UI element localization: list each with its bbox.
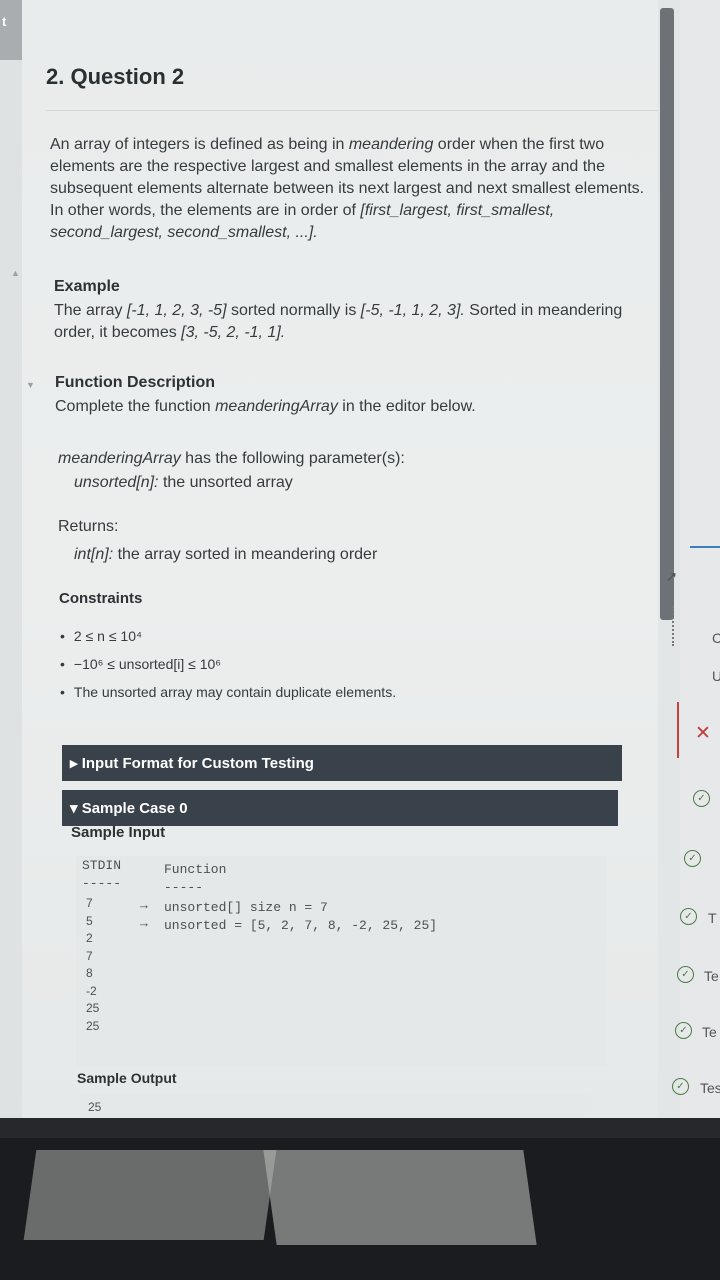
constraints-list: 2 ≤ n ≤ 10⁴ −10⁶ ≤ unsorted[i] ≤ 10⁶ The… [60, 622, 396, 706]
scrollbar-thumb[interactable] [660, 8, 674, 620]
arrow-icon: → [140, 898, 148, 913]
intro-paragraph: An array of integers is defined as being… [50, 136, 645, 241]
stdin-value: 8 [86, 966, 93, 980]
function-line: unsorted[] size n = 7 [164, 900, 328, 915]
reflection [263, 1150, 537, 1245]
stdin-value: 25 [86, 1018, 100, 1033]
function-line: unsorted = [5, 2, 7, 8, -2, 25, 25] [164, 918, 438, 933]
reflection [23, 1150, 277, 1240]
panel-divider [690, 546, 720, 548]
check-icon[interactable]: ✓ [680, 908, 697, 925]
check-icon[interactable]: ✓ [672, 1078, 689, 1095]
stdin-values: 7 5 2 7 8 -2 25 25 [86, 896, 99, 1036]
left-sidebar [0, 0, 22, 1130]
left-tab-label: t [2, 14, 7, 29]
stdin-value: 7 [86, 896, 93, 910]
panel-partial-label: C [712, 630, 720, 646]
function-text: Complete the function meanderingArray in… [55, 398, 476, 415]
constraints-heading: Constraints [59, 590, 143, 607]
stdin-value: -2 [86, 983, 97, 998]
collapse-up-icon[interactable]: ▲ [11, 268, 20, 278]
constraint-item: −10⁶ ≤ unsorted[i] ≤ 10⁶ [60, 650, 396, 678]
arrow-icon: → [140, 916, 148, 931]
stdin-value: 2 [86, 931, 93, 945]
returns-label: Returns: [58, 518, 119, 535]
sample-input-block [76, 856, 606, 1066]
cursor-icon: ➚ [666, 568, 678, 584]
test-case-label[interactable]: Te [704, 968, 719, 984]
constraint-item: 2 ≤ n ≤ 10⁴ [60, 622, 396, 650]
screen-edge [0, 1118, 720, 1138]
sample-output-heading: Sample Output [77, 1070, 177, 1086]
example-text: The array [-1, 1, 2, 3, -5] sorted norma… [54, 302, 623, 341]
check-icon[interactable]: ✓ [684, 850, 701, 867]
check-icon[interactable]: ✓ [677, 966, 694, 983]
function-heading: Function Description [55, 374, 215, 391]
stdin-value: 25 [86, 1001, 100, 1015]
returns-text: int[n]: the array sorted in meandering o… [74, 546, 378, 563]
left-tab[interactable]: t [0, 0, 22, 60]
sample-case-toggle[interactable]: ▾ Sample Case 0 [62, 790, 618, 826]
function-header: Function [164, 862, 227, 877]
sample-output-value: 25 [88, 1100, 102, 1114]
params-text: meanderingArray has the following parame… [58, 450, 405, 467]
collapse-down-icon[interactable]: ▼ [26, 380, 35, 390]
title-divider [46, 110, 666, 111]
test-case-label[interactable]: Tes [700, 1080, 720, 1096]
function-dash: ----- [164, 880, 204, 895]
check-icon[interactable]: ✓ [675, 1022, 692, 1039]
failed-indicator [677, 702, 679, 758]
example-heading: Example [54, 278, 120, 295]
test-results-panel [680, 0, 720, 1130]
test-case-label[interactable]: Te [702, 1024, 717, 1040]
test-case-label[interactable]: T [708, 910, 717, 926]
close-icon[interactable]: ✕ [695, 722, 711, 745]
screen: t ▲ ▼ 2. Question 2 An array of integers… [0, 0, 720, 1130]
sample-input-heading: Sample Input [71, 824, 166, 841]
page-title: 2. Question 2 [46, 64, 185, 89]
constraint-item: The unsorted array may contain duplicate… [60, 678, 396, 706]
panel-partial-label: U [712, 668, 720, 684]
stdin-header: STDIN [82, 858, 122, 873]
check-icon[interactable]: ✓ [693, 790, 710, 807]
stdin-dash: ----- [82, 876, 122, 891]
input-format-toggle[interactable]: ▸ Input Format for Custom Testing [62, 745, 622, 781]
stdin-value: 5 [86, 913, 93, 928]
param-unsorted: unsorted[n]: the unsorted array [74, 474, 293, 491]
stdin-value: 7 [86, 948, 93, 963]
